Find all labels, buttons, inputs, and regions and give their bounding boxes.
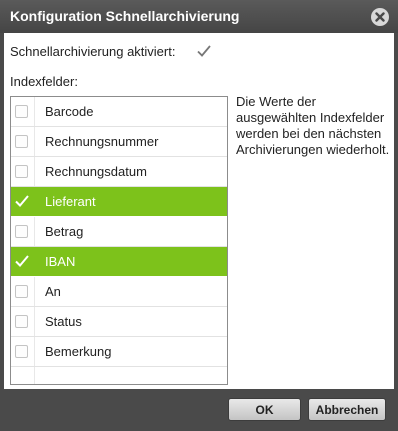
checkbox-cell: [11, 187, 35, 216]
index-field-row[interactable]: Barcode: [11, 97, 227, 127]
index-field-label: Status: [45, 314, 82, 329]
index-field-row[interactable]: An: [11, 277, 227, 307]
checkmark-icon: [15, 195, 29, 207]
index-field-row[interactable]: Rechnungsdatum: [11, 157, 227, 187]
index-field-checkbox[interactable]: [15, 315, 28, 328]
index-field-checkbox[interactable]: [15, 195, 29, 208]
ok-button[interactable]: OK: [228, 398, 301, 421]
cancel-button[interactable]: Abbrechen: [308, 398, 386, 421]
checkbox-cell: [11, 337, 35, 366]
checkmark-icon: [15, 255, 29, 267]
quick-archive-enabled-label: Schnellarchivierung aktiviert:: [10, 44, 176, 59]
checkbox-cell: [11, 127, 35, 156]
index-field-label: Barcode: [45, 104, 94, 119]
info-text: Die Werte der ausgewählten Indexfelder w…: [236, 94, 390, 157]
index-field-checkbox[interactable]: [15, 135, 28, 148]
index-field-checkbox[interactable]: [15, 255, 29, 268]
index-fields-label: Indexfelder:: [10, 74, 78, 89]
config-dialog: Konfiguration Schnellarchivierung Schnel…: [0, 0, 398, 431]
index-field-checkbox[interactable]: [15, 225, 28, 238]
index-field-checkbox[interactable]: [15, 345, 28, 358]
dialog-footer: OK Abbrechen: [0, 389, 398, 431]
close-icon[interactable]: [371, 8, 389, 26]
index-field-label: IBAN: [45, 254, 76, 269]
index-field-checkbox[interactable]: [15, 105, 28, 118]
index-field-label: Rechnungsnummer: [45, 134, 159, 149]
dialog-content: Schnellarchivierung aktiviert: Indexfeld…: [4, 33, 394, 389]
list-filler: [11, 367, 35, 384]
checkbox-cell: [11, 277, 35, 306]
checkbox-cell: [11, 97, 35, 126]
index-field-label: An: [45, 284, 61, 299]
index-field-row[interactable]: Lieferant: [11, 187, 227, 217]
index-field-row[interactable]: IBAN: [11, 247, 227, 277]
checkbox-cell: [11, 217, 35, 246]
dialog-titlebar[interactable]: Konfiguration Schnellarchivierung: [0, 0, 398, 33]
checkbox-cell: [11, 247, 35, 276]
index-field-checkbox[interactable]: [15, 165, 28, 178]
quick-archive-enabled-checkbox[interactable]: [196, 43, 212, 59]
checkmark-icon: [197, 45, 211, 57]
dialog-title: Konfiguration Schnellarchivierung: [10, 8, 240, 24]
index-field-row[interactable]: Status: [11, 307, 227, 337]
checkbox-cell: [11, 307, 35, 336]
checkbox-cell: [11, 157, 35, 186]
index-field-row[interactable]: Betrag: [11, 217, 227, 247]
index-field-label: Bemerkung: [45, 344, 112, 359]
index-field-label: Rechnungsdatum: [45, 164, 147, 179]
index-field-label: Lieferant: [45, 194, 96, 209]
index-field-checkbox[interactable]: [15, 285, 28, 298]
index-field-row[interactable]: Bemerkung: [11, 337, 227, 367]
index-field-row[interactable]: Rechnungsnummer: [11, 127, 227, 157]
index-fields-list: Barcode Rechnungsnummer Rechnungsdatum Lief…: [10, 96, 228, 385]
index-field-label: Betrag: [45, 224, 84, 239]
